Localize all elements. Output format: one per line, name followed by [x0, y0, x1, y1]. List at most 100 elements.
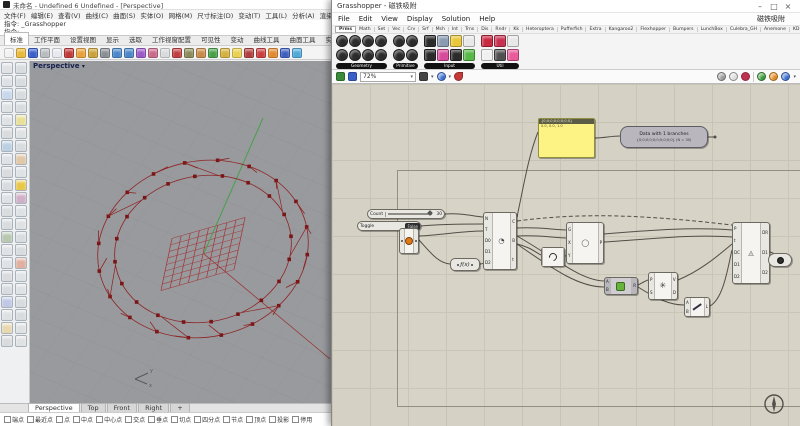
component-tab[interactable]: Kangaroo2 — [606, 27, 638, 32]
zoom-window-icon[interactable] — [136, 48, 146, 58]
input-port-label[interactable]: A — [686, 301, 689, 305]
param-icon[interactable] — [336, 49, 348, 61]
param-icon[interactable] — [393, 49, 405, 61]
redo-icon[interactable] — [88, 48, 98, 58]
preview-caret-icon[interactable]: ▾ — [449, 74, 452, 80]
output-port-label[interactable]: B — [512, 239, 515, 243]
open-folder-icon[interactable] — [16, 48, 26, 58]
component-tab[interactable]: Kk — [510, 27, 523, 32]
toolbar-tab[interactable]: 曲线工具 — [249, 33, 285, 45]
param-icon[interactable] — [362, 35, 374, 47]
shaded-preview-icon[interactable] — [757, 72, 766, 81]
palette-icon[interactable] — [1, 218, 13, 230]
toolbar-tab[interactable]: 可见性 — [196, 33, 226, 45]
new-file-icon[interactable] — [4, 48, 14, 58]
palette-icon[interactable] — [15, 179, 27, 191]
rotate-view-icon[interactable] — [148, 48, 158, 58]
preview-eye-icon[interactable] — [437, 72, 446, 81]
output-port-label[interactable]: C — [512, 220, 515, 224]
group-label-input[interactable]: Input — [424, 63, 475, 69]
toolbar-tab[interactable]: 设置视图 — [65, 33, 101, 45]
osnap-checkbox[interactable]: 端点 — [4, 415, 24, 424]
group-label-util[interactable]: Util — [481, 63, 519, 69]
viewport-tab[interactable]: + — [170, 403, 189, 412]
palette-icon[interactable] — [1, 62, 13, 74]
slider-track[interactable] — [388, 213, 432, 215]
input-port-label[interactable]: t — [734, 239, 740, 243]
input-port-label[interactable]: D0 — [485, 239, 491, 243]
param-icon[interactable] — [336, 35, 348, 47]
close-button[interactable]: × — [781, 0, 795, 13]
component-tab[interactable]: Extra — [586, 27, 605, 32]
param-icon[interactable] — [393, 35, 405, 47]
colour-param-component[interactable] — [399, 228, 419, 254]
palette-icon[interactable] — [15, 192, 27, 204]
zoom-level-select[interactable]: 72% ▾ — [360, 72, 416, 82]
param-icon[interactable] — [375, 49, 387, 61]
palette-icon[interactable] — [15, 75, 27, 87]
toolbar-tab[interactable]: 工作平面 — [29, 33, 65, 45]
osnap-checkbox[interactable]: 垂点 — [148, 415, 168, 424]
osnap-checkbox[interactable]: 点 — [56, 415, 70, 424]
output-port-label[interactable]: t — [512, 258, 515, 262]
viewport-tab[interactable]: Perspective — [28, 403, 80, 412]
palette-icon[interactable] — [1, 270, 13, 282]
scale-icon[interactable] — [494, 49, 506, 61]
cherry-icon[interactable] — [481, 35, 493, 47]
palette-icon[interactable] — [1, 75, 13, 87]
selected-component[interactable]: AB R — [604, 277, 638, 295]
input-port-label[interactable]: Y — [568, 254, 571, 258]
output-port-label[interactable]: P — [600, 241, 602, 245]
rhino-menu-item[interactable]: 工具(L) — [265, 10, 287, 20]
minimize-button[interactable]: – — [753, 0, 767, 13]
param-icon[interactable] — [406, 49, 418, 61]
mesh-icon[interactable] — [463, 49, 475, 61]
geometry-param-pill[interactable] — [768, 253, 792, 267]
rotate-icon[interactable] — [208, 48, 218, 58]
viewport-tab[interactable]: Top — [81, 403, 106, 412]
group-label-geometry[interactable]: Geometry — [336, 63, 387, 69]
palette-icon[interactable] — [1, 205, 13, 217]
gem-icon[interactable] — [741, 72, 750, 81]
component-tab[interactable]: Anemone — [761, 27, 790, 32]
rhino-menu-item[interactable]: 曲面(S) — [113, 10, 135, 20]
viewport-menu-caret[interactable]: ▾ — [82, 63, 85, 70]
palette-icon[interactable] — [15, 140, 27, 152]
zoom-extents-icon[interactable] — [124, 48, 134, 58]
arrow-icon[interactable] — [481, 49, 493, 61]
move-icon[interactable] — [184, 48, 194, 58]
toolbar-tab[interactable]: 工作视窗配置 — [147, 33, 196, 45]
output-port-label[interactable]: L — [706, 305, 708, 309]
viewport-title-text[interactable]: Perspective — [33, 62, 79, 70]
menu-file[interactable]: File — [338, 15, 350, 23]
osnap-checkbox[interactable]: 最近点 — [27, 415, 53, 424]
expression-component[interactable]: ƒ(x) — [450, 258, 480, 271]
toolbar-tab[interactable]: 曲面工具 — [285, 33, 321, 45]
palette-icon[interactable] — [15, 127, 27, 139]
toolbar-tab[interactable]: 选取 — [124, 33, 147, 45]
component-tab[interactable]: Srf — [419, 27, 432, 32]
sphere-orange-icon[interactable] — [268, 48, 278, 58]
cut-icon[interactable] — [64, 48, 74, 58]
display-component[interactable]: PtDCD1D2 ◬ DRD1D2 — [732, 222, 770, 284]
palette-icon[interactable] — [15, 296, 27, 308]
jitter-component[interactable]: PS ✳ VD — [648, 272, 678, 300]
grid-icon[interactable] — [160, 48, 170, 58]
input-port-label[interactable]: DC — [734, 251, 740, 255]
sphere-cyan-icon[interactable] — [292, 48, 302, 58]
curve-component[interactable] — [541, 247, 565, 267]
osnap-checkbox[interactable]: 四分点 — [194, 415, 220, 424]
viewport-tab[interactable]: Right — [138, 403, 169, 412]
rhino-menu-item[interactable]: 尺寸标注(D) — [197, 10, 233, 20]
osnap-checkbox[interactable]: 交点 — [125, 415, 145, 424]
input-port-label[interactable]: G — [568, 228, 571, 232]
gradient-icon[interactable] — [437, 49, 449, 61]
rhino-menu-item[interactable]: 曲线(C) — [86, 10, 109, 20]
viewport-title[interactable]: Perspective ▾ — [33, 62, 85, 70]
input-port-label[interactable]: B — [606, 288, 609, 292]
component-tab[interactable]: Heteroptera — [523, 27, 558, 32]
component-tab[interactable]: KD — [790, 27, 800, 32]
rhino-menu-item[interactable]: 编辑(E) — [31, 10, 53, 20]
palette-icon[interactable] — [15, 88, 27, 100]
no-preview-icon[interactable] — [729, 72, 738, 81]
